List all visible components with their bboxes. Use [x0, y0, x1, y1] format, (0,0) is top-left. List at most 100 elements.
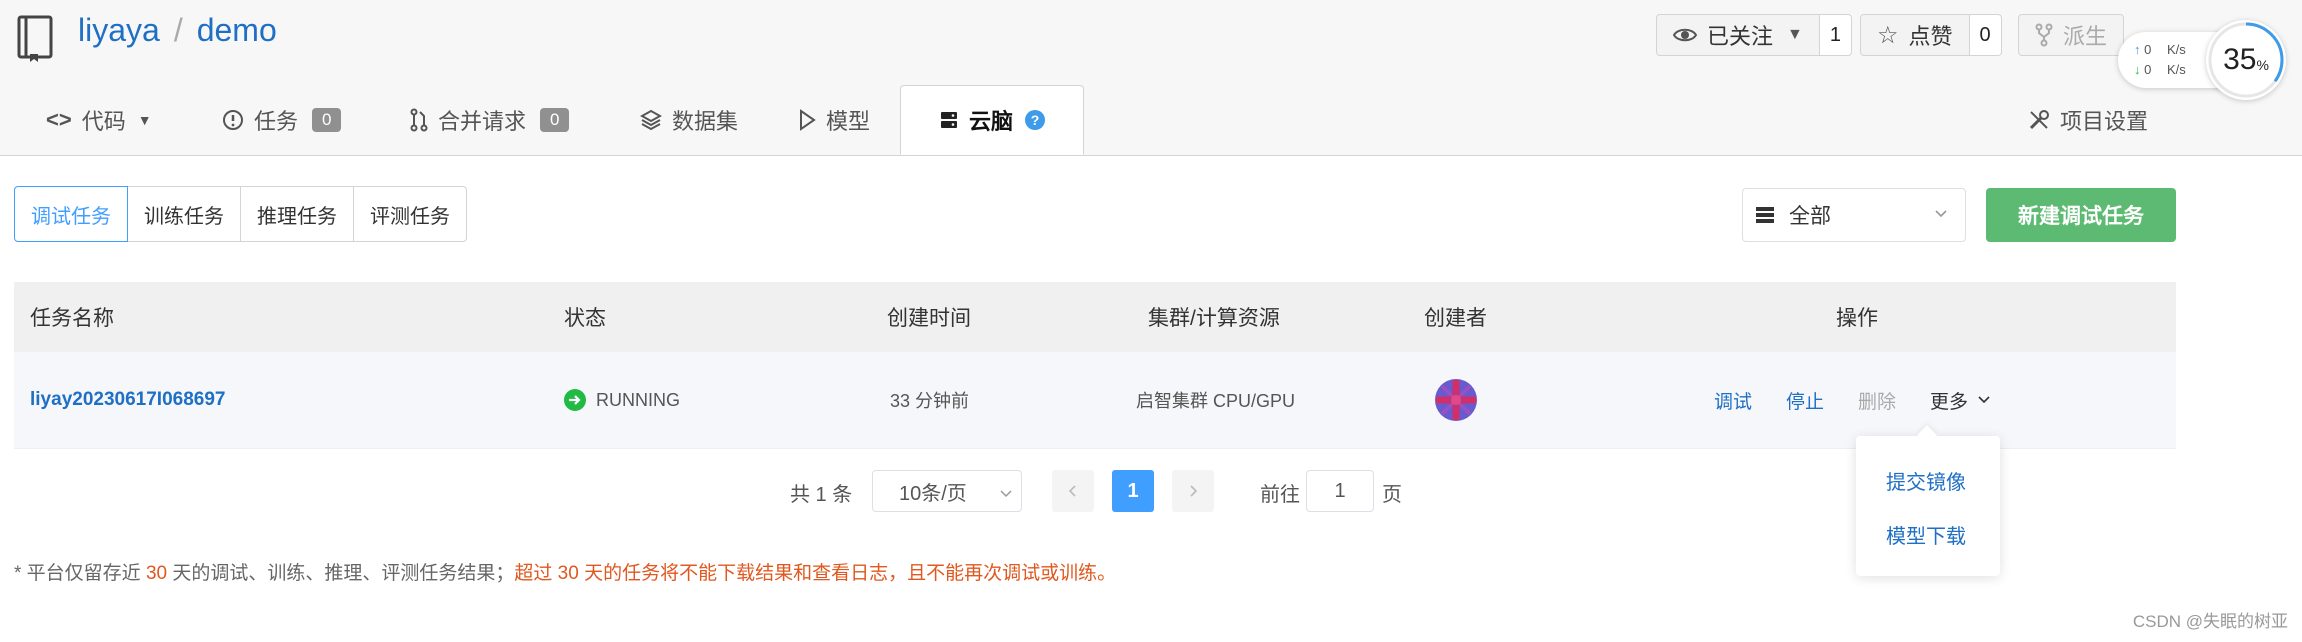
- tab-models-label: 模型: [826, 109, 871, 134]
- tab-settings[interactable]: 项目设置: [2028, 85, 2148, 155]
- note-days: 30: [145, 563, 168, 584]
- creator-avatar[interactable]: [1434, 352, 1478, 448]
- tools-icon: [2028, 109, 2050, 131]
- issue-icon: [222, 109, 244, 131]
- repo-title: liyaya / demo: [78, 12, 277, 49]
- tab-code-label: 代码: [81, 109, 126, 134]
- menu-item-commit-image[interactable]: 提交镜像: [1886, 466, 1966, 495]
- status-badge: RUNNING: [564, 352, 680, 448]
- goto-label: 前往: [1260, 484, 1300, 506]
- status-text: RUNNING: [596, 389, 680, 410]
- caret-down-icon: ▼: [137, 112, 152, 128]
- watch-group: 已关注 ▼ 1: [1656, 14, 1852, 58]
- tab-datasets[interactable]: 数据集: [640, 85, 738, 155]
- menu-item-download-model[interactable]: 模型下载: [1886, 520, 1966, 549]
- col-actions: 操作: [1836, 307, 1878, 330]
- pull-request-icon: [410, 108, 428, 132]
- cluster-filter-select[interactable]: 全部: [1742, 188, 1966, 242]
- col-resource: 集群/计算资源: [1148, 307, 1280, 330]
- caret-down-icon: ▼: [1787, 26, 1803, 43]
- task-name-link[interactable]: liyay20230617I068697: [30, 352, 225, 448]
- fork-group: 派生: [2018, 14, 2125, 58]
- pull-requests-count-badge: 0: [540, 108, 570, 132]
- watermark: CSDN @失眠的树亚: [2132, 612, 2288, 631]
- page-suffix: 页: [1382, 484, 1402, 506]
- eye-icon: [1673, 26, 1697, 44]
- task-type-tabs: 调试任务 训练任务 推理任务 评测任务: [14, 186, 467, 242]
- fork-label: 派生: [2063, 24, 2108, 49]
- repo-tabs: <> 代码 ▼ 任务 0 合并请求 0 数据集 模型 云脑 ? 项目设置: [0, 85, 2302, 155]
- col-creator: 创建者: [1424, 307, 1487, 330]
- code-icon: <>: [46, 107, 72, 132]
- watch-button[interactable]: 已关注 ▼: [1656, 14, 1820, 56]
- watch-count[interactable]: 1: [1819, 14, 1852, 56]
- tab-cloudbrain-label: 云脑: [968, 109, 1013, 134]
- chevron-right-icon: [1190, 485, 1198, 497]
- task-type-train[interactable]: 训练任务: [127, 186, 241, 242]
- page-1-button[interactable]: 1: [1112, 470, 1154, 512]
- task-type-inference[interactable]: 推理任务: [240, 186, 354, 242]
- task-type-evaluate[interactable]: 评测任务: [353, 186, 467, 242]
- tab-models[interactable]: 模型: [798, 85, 870, 155]
- action-delete-link[interactable]: 删除: [1858, 352, 1896, 448]
- table-header: 任务名称 状态 创建时间 集群/计算资源 创建者 操作: [14, 282, 2176, 352]
- download-speed: ↓ 0 K/s: [2134, 62, 2186, 77]
- page-size-value: 10条/页: [899, 482, 967, 505]
- retention-note: * 平台仅留存近 30 天的调试、训练、推理、评测任务结果；超过 30 天的任务…: [14, 558, 1116, 585]
- tab-code[interactable]: <> 代码 ▼: [46, 85, 152, 155]
- more-actions-menu: 提交镜像 模型下载: [1856, 425, 2000, 576]
- note-warning: 超过 30 天的任务将不能下载结果和查看日志，且不能再次调试或训练。: [514, 563, 1117, 584]
- note-prefix: * 平台仅留存近: [14, 563, 146, 584]
- upload-speed: ↑ 0 K/s: [2134, 42, 2186, 57]
- chevron-down-icon: [1976, 392, 1992, 408]
- goto-page-input[interactable]: 1: [1306, 470, 1374, 512]
- col-created: 创建时间: [887, 307, 971, 330]
- tab-datasets-label: 数据集: [672, 109, 739, 134]
- next-page-button[interactable]: [1172, 470, 1214, 512]
- play-outline-icon: [798, 109, 816, 131]
- total-count: 共 1 条: [790, 484, 853, 506]
- tab-cloudbrain[interactable]: 云脑 ?: [900, 85, 1084, 155]
- usage-circle[interactable]: 35%: [2206, 20, 2286, 100]
- page-size-select[interactable]: 10条/页: [872, 470, 1022, 512]
- repo-separator: /: [173, 12, 183, 48]
- server-icon: [939, 110, 959, 130]
- fork-button[interactable]: 派生: [2018, 14, 2125, 56]
- action-debug-link[interactable]: 调试: [1714, 352, 1752, 448]
- action-more-dropdown[interactable]: 更多: [1930, 352, 1992, 448]
- star-button[interactable]: ☆ 点赞: [1860, 14, 1970, 56]
- star-label: 点赞: [1908, 24, 1953, 49]
- watch-label: 已关注: [1707, 24, 1774, 49]
- chevron-down-icon: [999, 483, 1013, 506]
- layers-icon: [640, 109, 662, 131]
- task-type-debug[interactable]: 调试任务: [14, 186, 128, 242]
- repo-name-link[interactable]: demo: [197, 12, 277, 48]
- col-status: 状态: [564, 307, 606, 330]
- star-count[interactable]: 0: [1969, 14, 2002, 56]
- action-stop-link[interactable]: 停止: [1786, 352, 1824, 448]
- note-mid: 天的调试、训练、推理、评测任务结果；: [167, 563, 515, 584]
- col-task-name: 任务名称: [30, 307, 114, 330]
- star-icon: ☆: [1877, 21, 1899, 49]
- running-arrow-icon: [564, 389, 586, 411]
- help-icon[interactable]: ?: [1025, 110, 1045, 130]
- network-speed-widget: ↑ 0 K/s ↓ 0 K/s 35%: [2118, 18, 2288, 100]
- usage-percent: 35: [2223, 43, 2257, 76]
- table-row: liyay20230617I068697 RUNNING 33 分钟前 启智集群…: [14, 352, 2176, 449]
- repo-header: liyaya / demo 已关注 ▼ 1 ☆ 点赞 0 派生 <> 代码 ▼ …: [0, 0, 2302, 156]
- prev-page-button[interactable]: [1052, 470, 1094, 512]
- arrow-down-icon: ↓: [2134, 62, 2141, 77]
- action-more-label: 更多: [1930, 391, 1969, 413]
- repo-book-icon: [16, 14, 56, 67]
- chevron-down-icon: [1933, 203, 1949, 227]
- arrow-up-icon: ↑: [2134, 42, 2141, 57]
- tab-pull-requests[interactable]: 合并请求 0: [410, 85, 570, 155]
- star-group: ☆ 点赞 0: [1860, 14, 2002, 58]
- new-debug-task-button[interactable]: 新建调试任务: [1986, 188, 2176, 242]
- created-time: 33 分钟前: [890, 391, 970, 411]
- tab-issues[interactable]: 任务 0: [222, 85, 342, 155]
- usage-percent-sign: %: [2256, 57, 2269, 73]
- repo-owner-link[interactable]: liyaya: [78, 12, 160, 48]
- tab-issues-label: 任务: [254, 109, 299, 134]
- resource-value: 启智集群 CPU/GPU: [1136, 391, 1296, 411]
